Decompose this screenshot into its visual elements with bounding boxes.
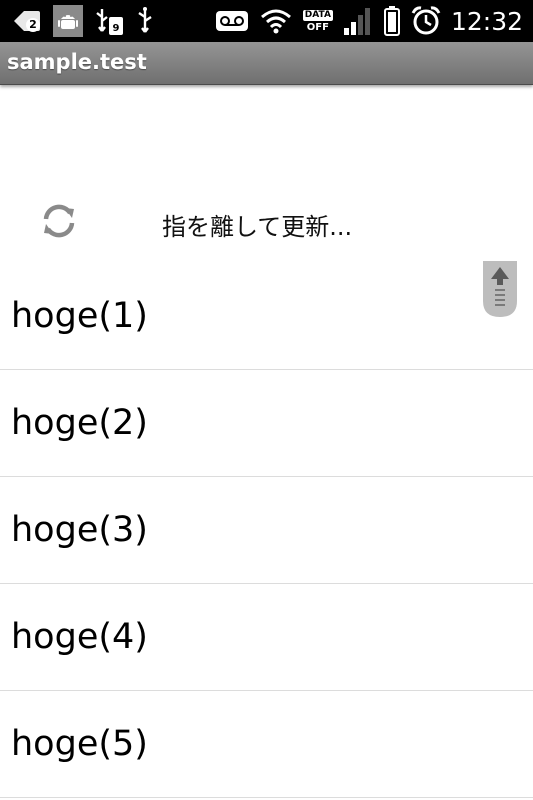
refresh-icon <box>38 200 80 242</box>
data-indicator-top: DATA <box>302 9 333 21</box>
list-item-label: hoge(1) <box>11 296 148 336</box>
list-item[interactable]: hoge(4) <box>0 584 533 691</box>
list-item-label: hoge(2) <box>11 403 148 443</box>
status-bar-clock: 12:32 <box>450 6 523 36</box>
data-off-icon: DATA OFF <box>302 9 333 33</box>
list-item[interactable]: hoge(5) <box>0 691 533 798</box>
status-bar-left: 2 9 <box>10 5 155 37</box>
usb-sd-icon: 9 <box>92 5 126 37</box>
list-item-label: hoge(5) <box>11 724 148 764</box>
wifi-icon <box>259 5 293 37</box>
notification-count: 2 <box>26 18 40 32</box>
title-bar: sample.test <box>0 42 533 85</box>
list-item[interactable]: hoge(1) <box>0 263 533 370</box>
android-debug-icon <box>53 5 83 37</box>
item-list: hoge(1) hoge(2) hoge(3) hoge(4) hoge(5) <box>0 263 533 798</box>
list-item[interactable]: hoge(2) <box>0 370 533 477</box>
pull-to-refresh-header: 指を離して更新... <box>0 186 533 258</box>
alarm-icon <box>411 5 441 37</box>
svg-text:9: 9 <box>113 23 120 34</box>
battery-icon <box>383 5 401 37</box>
list-item-label: hoge(3) <box>11 510 148 550</box>
list-item-label: hoge(4) <box>11 617 148 657</box>
usb-icon <box>135 5 155 37</box>
status-bar: 2 9 DATA OFF 12:32 <box>0 0 533 42</box>
refresh-status-label: 指を離して更新... <box>162 213 353 241</box>
data-indicator-bottom: OFF <box>306 21 329 33</box>
list-item[interactable]: hoge(3) <box>0 477 533 584</box>
voicemail-icon <box>215 8 249 34</box>
app-title: sample.test <box>7 50 147 74</box>
status-bar-right: DATA OFF 12:32 <box>215 5 523 37</box>
back-badge-icon: 2 <box>10 5 44 37</box>
signal-icon <box>343 6 373 36</box>
up-arrow-scroll-icon[interactable] <box>482 259 518 319</box>
